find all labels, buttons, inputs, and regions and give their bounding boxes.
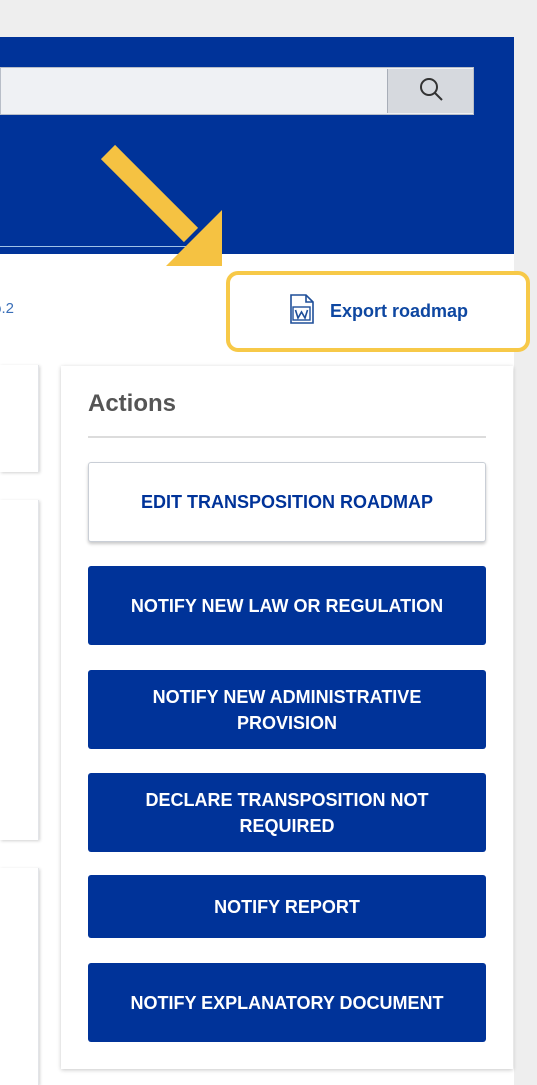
left-card bbox=[0, 500, 39, 840]
notify-explanatory-document-button[interactable]: NOTIFY EXPLANATORY DOCUMENT bbox=[88, 963, 486, 1042]
export-roadmap-button[interactable]: Export roadmap bbox=[226, 271, 530, 352]
search-button[interactable] bbox=[387, 69, 473, 113]
notify-new-administrative-provision-button[interactable]: NOTIFY NEW ADMINISTRATIVE PROVISION bbox=[88, 670, 486, 749]
left-card bbox=[0, 868, 39, 1085]
annotation-arrow-icon bbox=[100, 144, 222, 266]
notify-new-law-button[interactable]: NOTIFY NEW LAW OR REGULATION bbox=[88, 566, 486, 645]
export-roadmap-label: Export roadmap bbox=[329, 301, 469, 321]
word-document-icon bbox=[288, 293, 316, 330]
edit-transposition-roadmap-button[interactable]: EDIT TRANSPOSITION ROADMAP bbox=[88, 462, 486, 542]
notify-report-button[interactable]: NOTIFY REPORT bbox=[88, 875, 486, 938]
declare-transposition-not-required-button[interactable]: DECLARE TRANSPOSITION NOT REQUIRED bbox=[88, 773, 486, 852]
search-icon bbox=[417, 75, 445, 108]
truncated-link-text[interactable]: o.2 bbox=[0, 300, 14, 317]
actions-divider bbox=[88, 436, 486, 438]
left-card bbox=[0, 365, 39, 472]
actions-panel: Actions EDIT TRANSPOSITION ROADMAP NOTIF… bbox=[61, 366, 513, 1069]
actions-heading: Actions bbox=[88, 390, 177, 417]
